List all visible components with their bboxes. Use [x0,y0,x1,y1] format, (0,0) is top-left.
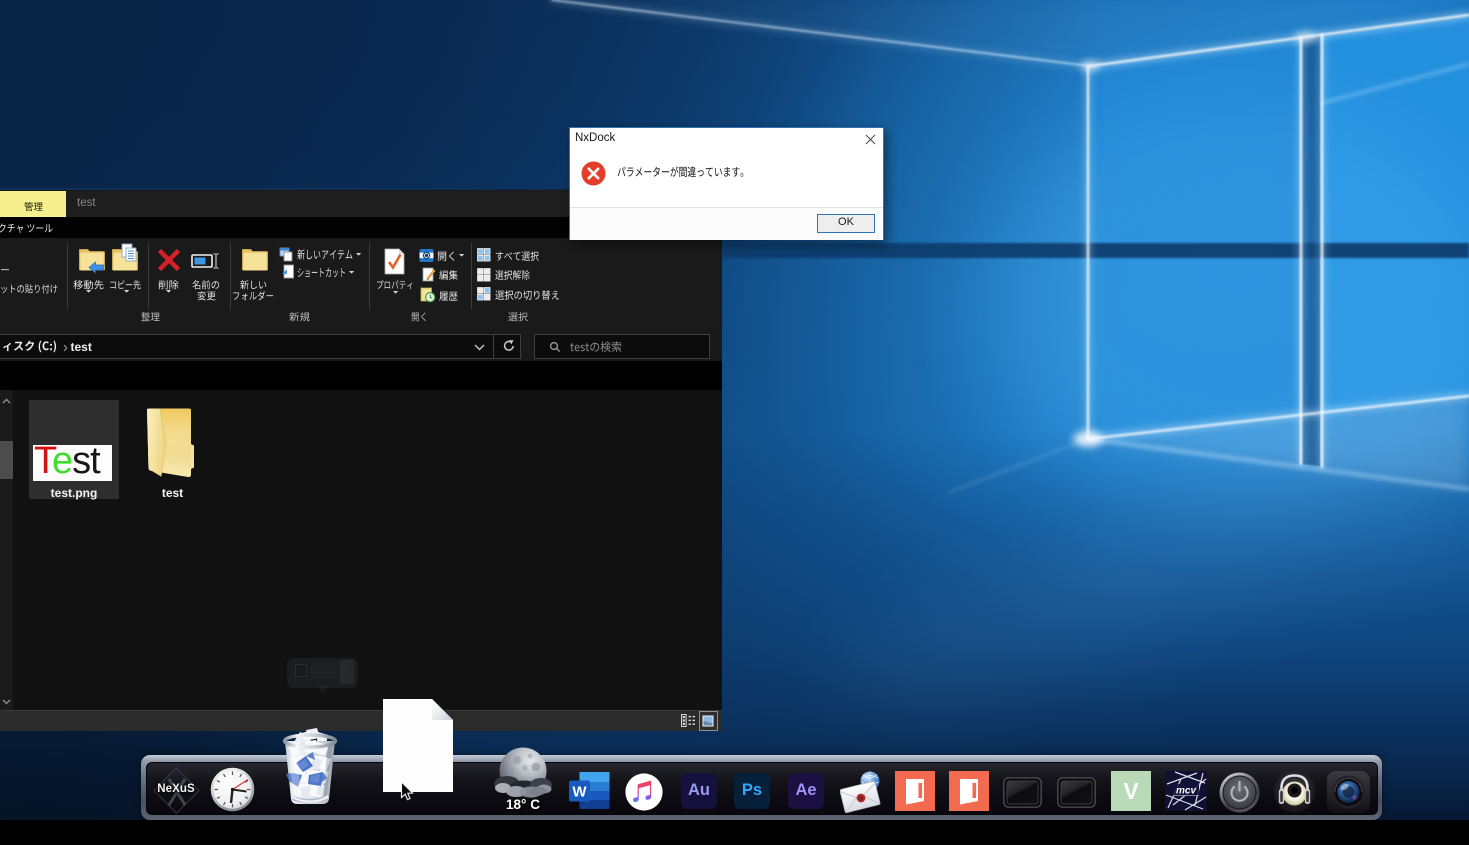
svg-text:mcv: mcv [1175,785,1196,796]
svg-text:W: W [572,784,587,801]
